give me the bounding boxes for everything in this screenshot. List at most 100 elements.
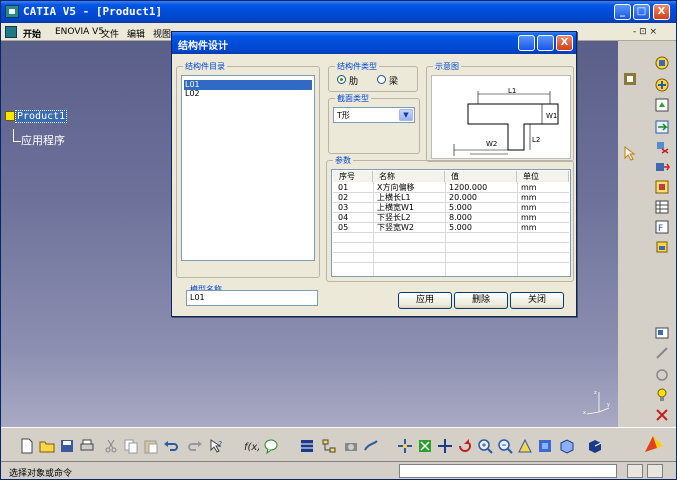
measure-icon[interactable] xyxy=(654,239,670,255)
list-item[interactable]: L02 xyxy=(184,89,312,99)
fly-icon[interactable] xyxy=(363,438,379,454)
t-section-schematic: L1 W1 W2 L2 xyxy=(431,75,571,159)
row-divider xyxy=(333,242,569,243)
row-divider xyxy=(333,222,569,223)
label-w2: W2 xyxy=(486,140,497,148)
save-icon[interactable] xyxy=(59,438,75,454)
scale-icon[interactable] xyxy=(622,71,638,87)
column-header[interactable]: 名称 xyxy=(373,171,445,182)
tree-icon[interactable] xyxy=(321,438,337,454)
catalog-icon[interactable] xyxy=(654,179,670,195)
fit-all-icon[interactable] xyxy=(417,438,433,454)
select-arrow-icon[interactable] xyxy=(622,145,638,161)
params-table[interactable]: 序号 名称 值 单位 01 X方向偏移 1200.000 mm 02 上横长L1… xyxy=(331,169,571,277)
zoom-out-icon[interactable] xyxy=(497,438,513,454)
catalog-group: 结构件目录 L01 L02 xyxy=(176,61,320,278)
catalog-list[interactable]: L01 L02 xyxy=(181,75,315,261)
svg-text:?: ? xyxy=(218,440,222,449)
menu-view[interactable]: 视图 xyxy=(153,27,171,40)
undo-icon[interactable] xyxy=(163,438,179,454)
shading-icon[interactable] xyxy=(654,367,670,383)
snap-icon[interactable] xyxy=(654,139,670,155)
svg-text:F: F xyxy=(658,224,663,234)
status-bar-button[interactable] xyxy=(647,464,663,478)
swap-icon[interactable] xyxy=(654,345,670,361)
section-type-group: 截面类型 T形 ▼ xyxy=(328,93,420,154)
delete-button[interactable]: 删除 xyxy=(454,292,508,309)
row-divider xyxy=(333,232,569,233)
column-header[interactable]: 序号 xyxy=(333,171,373,182)
tree-connector xyxy=(13,129,14,141)
assembly-icon[interactable] xyxy=(654,77,670,93)
formula-icon[interactable]: f(x) xyxy=(243,438,259,454)
light-icon[interactable] xyxy=(654,387,670,403)
row-divider xyxy=(333,252,569,253)
product-icon[interactable] xyxy=(654,55,670,71)
maximize-button[interactable]: □ xyxy=(633,4,650,20)
model-name-input[interactable]: L01 xyxy=(186,290,318,306)
camera-icon[interactable] xyxy=(343,438,359,454)
print-icon[interactable] xyxy=(79,438,95,454)
label-l1: L1 xyxy=(508,87,516,95)
tree-node-applications[interactable]: 应用程序 xyxy=(21,132,65,148)
tree-root-node[interactable]: Product1 xyxy=(15,110,68,123)
apply-button[interactable]: 应用 xyxy=(398,292,452,309)
isometric-icon[interactable] xyxy=(537,438,553,454)
column-header[interactable]: 单位 xyxy=(517,171,569,182)
command-input[interactable] xyxy=(399,464,617,478)
row-divider xyxy=(333,212,569,213)
menu-edit[interactable]: 编辑 xyxy=(127,27,145,40)
cut-icon[interactable] xyxy=(654,407,670,423)
comment-icon[interactable] xyxy=(263,438,279,454)
copy-icon[interactable] xyxy=(123,438,139,454)
open-icon[interactable] xyxy=(39,438,55,454)
new-icon[interactable] xyxy=(19,438,35,454)
cut-icon[interactable] xyxy=(103,438,119,454)
params-group: 参数 序号 名称 值 单位 01 X方向偏移 1200.000 mm 02 上横… xyxy=(326,155,574,282)
column-divider xyxy=(373,182,374,276)
render-icon[interactable] xyxy=(587,438,603,454)
paste-icon[interactable] xyxy=(143,438,159,454)
radio-rib-label: 肋 xyxy=(349,77,359,87)
dialog-minimize-button[interactable] xyxy=(518,35,535,51)
column-header[interactable]: 值 xyxy=(445,171,517,182)
pan-icon[interactable] xyxy=(397,438,413,454)
hide-show-icon[interactable] xyxy=(654,325,670,341)
table-icon[interactable] xyxy=(654,199,670,215)
radio-beam[interactable] xyxy=(377,75,386,84)
chevron-down-icon[interactable]: ▼ xyxy=(399,109,413,121)
constraint-icon[interactable] xyxy=(654,119,670,135)
schematic-group: 示意图 L1 W1 W2 L2 xyxy=(426,61,574,162)
view-mode-icon[interactable] xyxy=(559,438,575,454)
radio-rib[interactable] xyxy=(337,75,346,84)
update-icon[interactable] xyxy=(654,97,670,113)
catia-logo-icon xyxy=(645,436,663,452)
struct-type-label: 结构件类型 xyxy=(335,61,379,72)
section-type-select[interactable]: T形 ▼ xyxy=(333,107,415,123)
dialog-close-action-button[interactable]: 关闭 xyxy=(510,292,564,309)
dialog-titlebar[interactable]: 结构件设计 X xyxy=(172,32,576,54)
whats-this-icon[interactable]: ? xyxy=(209,438,225,454)
menu-enovia[interactable]: ENOVIA V5 xyxy=(55,27,104,37)
dialog-maximize-button[interactable] xyxy=(537,35,554,51)
normal-view-icon[interactable] xyxy=(517,438,533,454)
move-icon[interactable] xyxy=(437,438,453,454)
tree-connector xyxy=(13,141,21,142)
document-icon[interactable] xyxy=(5,26,17,38)
redo-icon[interactable] xyxy=(187,438,203,454)
rotate-icon[interactable] xyxy=(457,438,473,454)
menu-start[interactable]: 开始 xyxy=(23,27,41,40)
document-window-controls[interactable]: - ⊡ × xyxy=(633,27,657,37)
minimize-button[interactable]: _ xyxy=(614,4,631,20)
table-icon[interactable] xyxy=(299,438,315,454)
close-button[interactable]: X xyxy=(653,4,670,20)
label-w1: W1 xyxy=(546,112,557,120)
window-titlebar[interactable]: CATIA V5 - [Product1] _ □ X xyxy=(1,1,676,23)
menu-file[interactable]: 文件 xyxy=(101,27,119,40)
explode-icon[interactable] xyxy=(654,159,670,175)
zoom-in-icon[interactable] xyxy=(477,438,493,454)
status-bar-button[interactable] xyxy=(627,464,643,478)
dialog-close-button[interactable]: X xyxy=(556,35,573,51)
section-type-value: T形 xyxy=(337,111,350,120)
knowledge-icon[interactable]: F xyxy=(654,219,670,235)
